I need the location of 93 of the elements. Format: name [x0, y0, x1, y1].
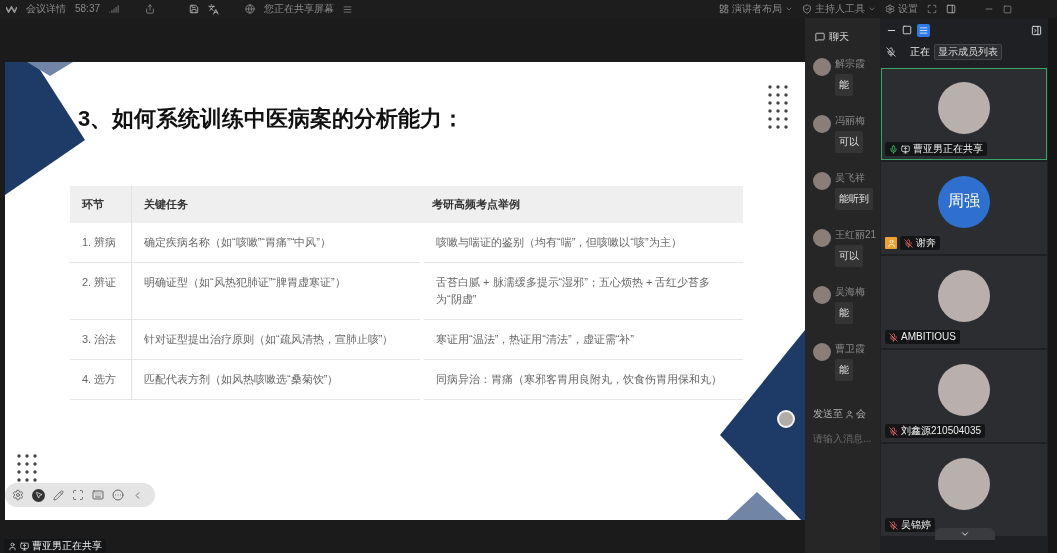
table-cell: 同病异治：胃痛（寒邪客胃用良附丸，饮食伤胃用保和丸）: [424, 360, 743, 400]
table-cell: 3. 治法: [70, 320, 131, 360]
message-bubble: 能: [835, 302, 853, 324]
avatar-photo-placeholder: [938, 81, 990, 134]
video-tile[interactable]: 吴锦婷: [881, 444, 1047, 536]
tooltip: 显示成员列表: [934, 44, 1002, 60]
column-header: 环节: [70, 186, 131, 223]
sender-name: 曹卫霞: [835, 343, 866, 355]
video-tile[interactable]: 曹亚男正在共享: [881, 68, 1047, 160]
list-view-icon[interactable]: [917, 23, 930, 37]
avatar-photo-placeholder: [938, 363, 990, 416]
pointer-icon[interactable]: [32, 488, 45, 502]
table-cell: 寒证用“温法”，热证用“清法”，虚证需“补”: [424, 320, 743, 360]
sender-name: 解宗霞: [835, 58, 866, 70]
person-icon: [845, 409, 854, 419]
share-status-text: 曹亚男正在共享: [32, 540, 102, 552]
share-icon[interactable]: [145, 4, 156, 14]
video-tile[interactable]: 刘鑫源210504035: [881, 350, 1047, 442]
participant-name: 曹亚男正在共享: [913, 143, 983, 155]
table-cell: 匹配代表方剂（如风热咳嗽选“桑菊饮”）: [131, 360, 420, 400]
table-cell: 确定疾病名称（如“咳嗽”“胃痛”“中风”）: [131, 223, 420, 263]
message-bubble: 能听到: [835, 188, 873, 210]
table-cell: 4. 选方: [70, 360, 131, 400]
avatar-photo-placeholder: [813, 115, 831, 133]
corner-accent-shape: [27, 62, 73, 76]
more-icon[interactable]: [112, 489, 124, 501]
table-cell: 2. 辨证: [70, 263, 131, 320]
chat-title: 聊天: [829, 30, 849, 44]
sender-name: 吴飞祥: [835, 172, 866, 184]
slide-title: 3、如何系统训练中医病案的分析能力：: [78, 105, 465, 133]
message-bubble: 可以: [835, 131, 863, 153]
meeting-title[interactable]: 会议详情: [26, 3, 66, 15]
sender-name: 冯丽梅: [835, 115, 866, 127]
menu-icon[interactable]: [343, 4, 353, 14]
dot-pattern: [17, 454, 37, 482]
layout-icon: [719, 4, 729, 14]
collapse-panel-icon[interactable]: [1031, 24, 1042, 36]
message-bubble: 可以: [835, 245, 863, 267]
avatar-photo-placeholder: [938, 457, 990, 510]
table-cell: 咳嗽与喘证的鉴别（均有“喘”，但咳嗽以“咳”为主）: [424, 223, 743, 263]
fullscreen-icon[interactable]: [927, 4, 937, 14]
globe-icon: [245, 4, 256, 14]
table-cell: 针对证型提出治疗原则（如“疏风清热，宣肺止咳”）: [131, 320, 420, 360]
speaking-status: 正在: [910, 45, 930, 59]
video-tile[interactable]: AMBITIOUS: [881, 256, 1047, 348]
window-icon[interactable]: [902, 25, 912, 35]
corner-accent-shape: [727, 492, 787, 520]
settings-button[interactable]: 设置: [885, 2, 918, 16]
send-to-label: 发送至: [813, 408, 843, 420]
avatar-photo-placeholder: [813, 58, 831, 76]
table-cell: 1. 辨病: [70, 223, 131, 263]
gear-icon: [885, 4, 895, 14]
host-tools-menu[interactable]: 主持人工具: [802, 2, 876, 16]
table-cell: 舌苔白腻 + 脉濡缓多提示“湿邪”；五心烦热 + 舌红少苔多为“阴虚”: [424, 263, 743, 320]
translate-icon[interactable]: [208, 3, 220, 15]
avatar-photo-placeholder: [813, 343, 831, 361]
initials-avatar: 周强: [938, 175, 990, 228]
save-icon[interactable]: [189, 4, 200, 14]
sender-name: 吴海梅: [835, 286, 866, 298]
column-header: 关键任务: [131, 186, 420, 223]
table-cell: 明确证型（如“风热犯肺证”“脾胃虚寒证”）: [131, 263, 420, 320]
video-tile[interactable]: 周强 谢奔: [881, 162, 1047, 254]
participant-name: 谢奔: [916, 237, 936, 249]
dot-pattern: [768, 85, 788, 129]
message-bubble: 能: [835, 74, 853, 96]
avatar-photo-placeholder: [813, 229, 831, 247]
meeting-timer: 58:37: [75, 3, 101, 15]
keyboard-icon[interactable]: [92, 489, 104, 501]
send-to-target[interactable]: 会: [856, 408, 866, 420]
message-bubble: 能: [835, 359, 853, 381]
sender-name: 王红丽21: [835, 229, 878, 241]
column-header: 考研高频考点举例: [420, 186, 743, 223]
person-icon: [8, 541, 17, 551]
screenshot-icon[interactable]: [72, 489, 84, 501]
layout-menu[interactable]: 演讲者布局: [719, 2, 793, 16]
participant-name: AMBITIOUS: [901, 331, 956, 343]
gear-icon[interactable]: [12, 489, 24, 501]
signal-icon: [109, 4, 120, 14]
screen-share-icon: [20, 541, 29, 551]
logo-icon: [6, 5, 17, 13]
chevron-down-icon: [960, 529, 970, 539]
avatar-photo-placeholder: [813, 172, 831, 190]
share-notice: 您正在共享屏幕: [264, 3, 335, 15]
avatar-photo-placeholder: [813, 286, 831, 304]
participant-name: 吴锦婷: [901, 519, 931, 531]
shield-icon: [802, 4, 812, 14]
mic-off-icon: [886, 47, 896, 57]
participant-name: 刘鑫源210504035: [901, 425, 982, 437]
panel-icon[interactable]: [946, 4, 956, 14]
avatar-photo-placeholder: [938, 269, 990, 322]
chat-icon: [815, 32, 825, 42]
maximize-icon[interactable]: [1003, 4, 1012, 14]
pencil-icon[interactable]: [53, 489, 64, 501]
